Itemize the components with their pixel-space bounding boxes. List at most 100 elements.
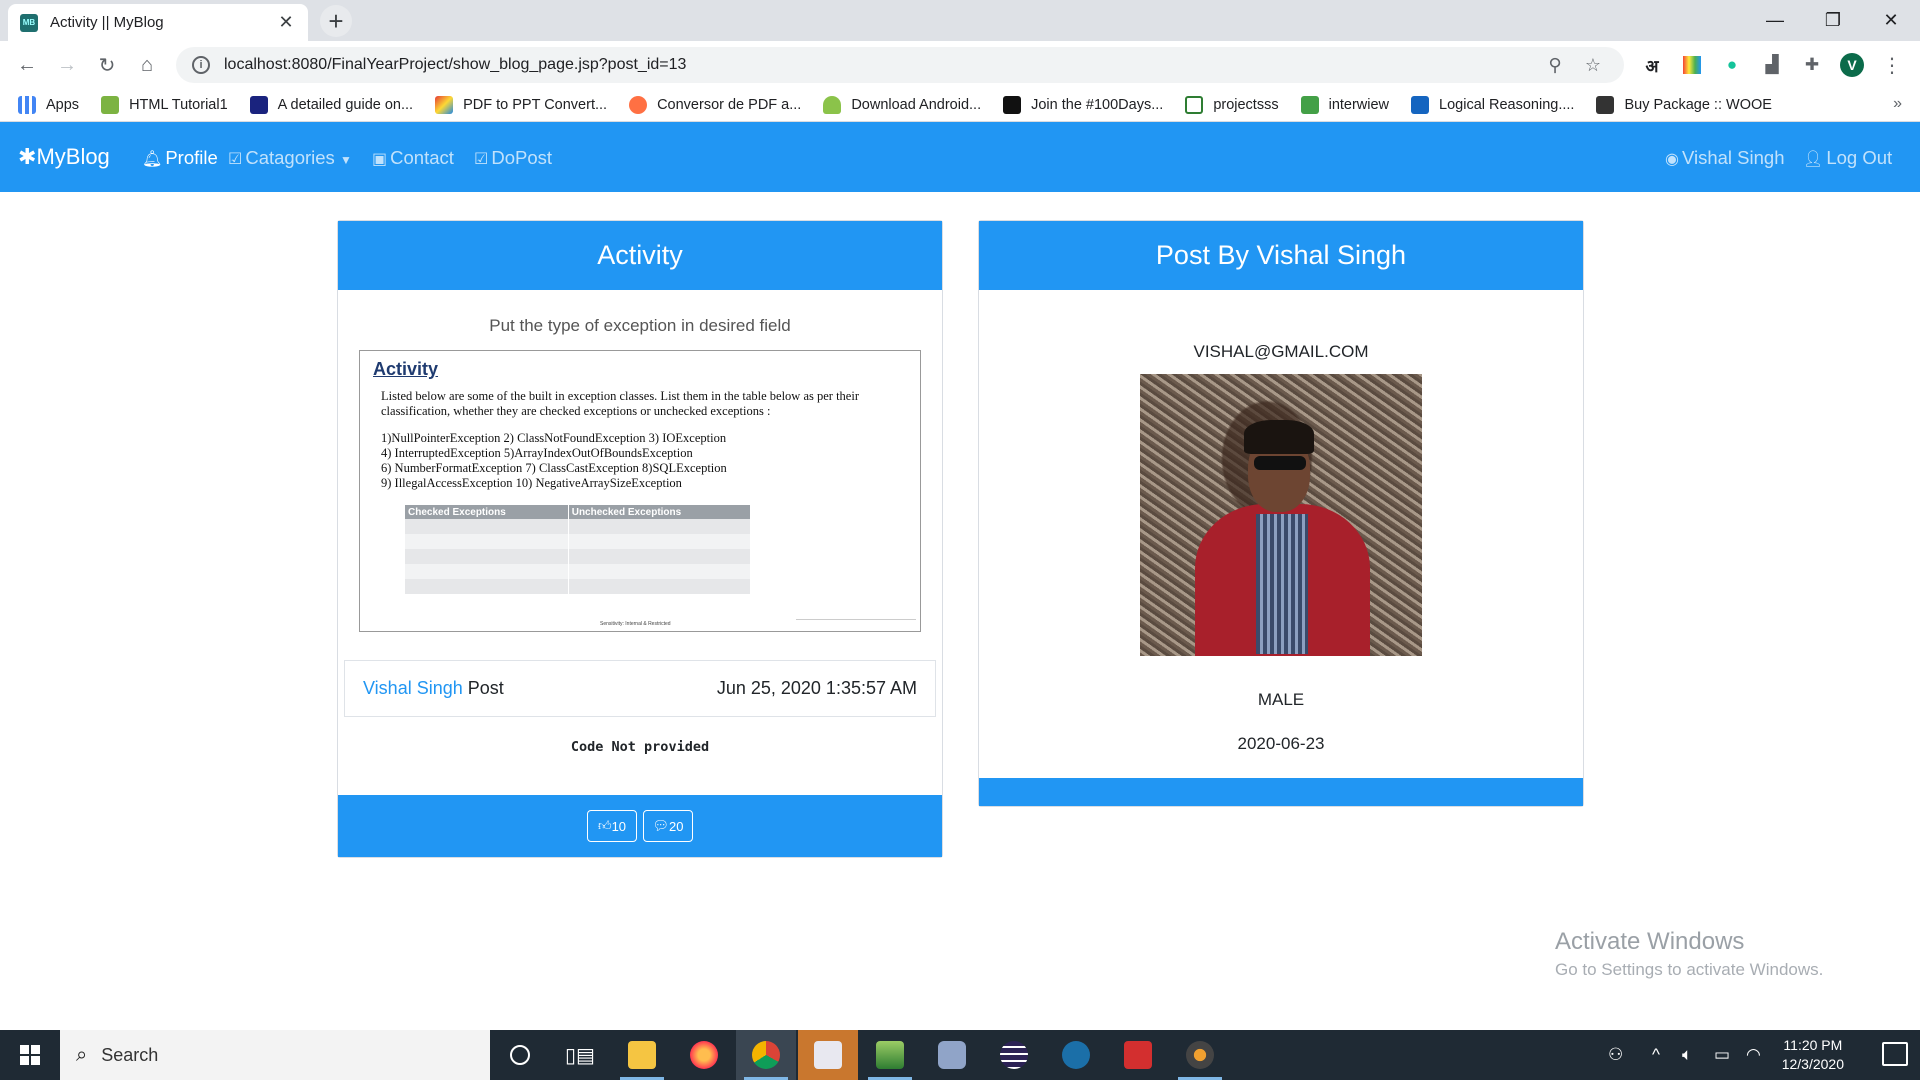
taskbar-search[interactable]: ⌕ Search bbox=[60, 1030, 490, 1080]
image-list-line: 9) IllegalAccessException 10) NegativeAr… bbox=[381, 476, 682, 490]
taskbar-clock[interactable]: 11:20 PM 12/3/2020 bbox=[1782, 1036, 1844, 1074]
comment-icon: 💬︎ bbox=[652, 818, 670, 833]
bookmark-item[interactable]: interwiew bbox=[1300, 95, 1390, 114]
firefox-icon[interactable] bbox=[674, 1030, 734, 1080]
table-header: Checked Exceptions bbox=[405, 505, 569, 519]
author-suffix: Post bbox=[467, 678, 504, 698]
people-icon[interactable]: ⚇ bbox=[1608, 1030, 1623, 1080]
analytics-extension-icon[interactable]: ▟ bbox=[1760, 53, 1784, 77]
bookmark-item[interactable]: Buy Package :: WOOE bbox=[1596, 95, 1772, 114]
bookmark-label: Buy Package :: WOOE bbox=[1624, 96, 1772, 113]
site-info-icon[interactable]: i bbox=[192, 56, 210, 74]
eclipse-icon[interactable] bbox=[984, 1030, 1044, 1080]
url-text[interactable]: localhost:8080/FinalYearProject/show_blo… bbox=[224, 56, 1532, 74]
restore-icon[interactable]: ❐ bbox=[1804, 0, 1862, 41]
image-footer-rule bbox=[796, 619, 916, 620]
translate-extension-icon[interactable]: अ bbox=[1640, 53, 1664, 77]
steam-icon[interactable] bbox=[1046, 1030, 1106, 1080]
address-bar[interactable]: i localhost:8080/FinalYearProject/show_b… bbox=[176, 47, 1624, 83]
file-explorer-icon[interactable] bbox=[612, 1030, 672, 1080]
bookmark-label: Join the #100Days... bbox=[1031, 96, 1164, 113]
bookmark-apps[interactable]: Apps bbox=[18, 95, 80, 114]
bookmark-item[interactable]: Conversor de PDF a... bbox=[629, 95, 801, 114]
recycle-app-icon[interactable] bbox=[922, 1030, 982, 1080]
app-navbar: ✱MyBlog 🔔︎ Profile ☑ Catagories ▼ ▣ Contact… bbox=[0, 122, 1920, 192]
browser-toolbar: ← → ↻ ⌂ i localhost:8080/FinalYearProjec… bbox=[0, 41, 1920, 88]
nav-profile-label: Profile bbox=[165, 147, 218, 168]
profile-avatar[interactable]: V bbox=[1840, 53, 1864, 77]
browser-tab[interactable]: MB Activity || MyBlog ✕ bbox=[8, 4, 308, 41]
volume-icon[interactable]: 🔈︎ bbox=[1682, 1030, 1692, 1080]
brand-link[interactable]: ✱MyBlog bbox=[18, 144, 110, 170]
grammarly-icon[interactable]: ● bbox=[1720, 53, 1744, 77]
task-view-icon[interactable]: ▯▤ bbox=[550, 1030, 610, 1080]
bookmark-item[interactable]: A detailed guide on... bbox=[249, 95, 413, 114]
zoom-icon[interactable]: ⚲ bbox=[1540, 55, 1570, 76]
bookmark-item[interactable]: HTML Tutorial1 bbox=[101, 95, 228, 114]
notifications-icon[interactable] bbox=[1882, 1042, 1908, 1066]
reload-icon[interactable]: ↻ bbox=[92, 50, 122, 80]
bookmark-item[interactable]: PDF to PPT Convert... bbox=[435, 95, 607, 114]
browser-tab-strip: MB Activity || MyBlog ✕ + — ❐ ✕ bbox=[0, 0, 1920, 41]
home-icon[interactable]: ⌂ bbox=[132, 50, 162, 80]
nav-contact[interactable]: ▣ Contact bbox=[372, 147, 454, 169]
check-square-icon: ☑ bbox=[228, 151, 243, 168]
pdf-app-icon[interactable] bbox=[1108, 1030, 1168, 1080]
bookmark-favicon-icon bbox=[629, 95, 648, 114]
tab-close-icon[interactable]: ✕ bbox=[276, 12, 296, 33]
nav-dopost[interactable]: ☑ DoPost bbox=[474, 147, 552, 169]
bookmarks-overflow-icon[interactable]: » bbox=[1893, 95, 1902, 113]
tray-chevron-icon[interactable]: ^ bbox=[1652, 1030, 1660, 1080]
battery-icon[interactable]: ▭ bbox=[1714, 1030, 1730, 1080]
like-button[interactable]: 👍︎ 10 bbox=[587, 810, 637, 842]
nav-profile[interactable]: 🔔︎ Profile bbox=[142, 147, 218, 169]
bookmark-item[interactable]: Download Android... bbox=[823, 95, 981, 114]
bookmark-item[interactable]: Logical Reasoning.... bbox=[1411, 95, 1575, 114]
cortana-icon[interactable] bbox=[490, 1030, 550, 1080]
nav-logout[interactable]: 👤︎ Log Out bbox=[1803, 147, 1892, 169]
asterisk-icon: ✱ bbox=[18, 144, 37, 169]
bookmark-label: Logical Reasoning.... bbox=[1439, 96, 1575, 113]
start-button[interactable] bbox=[0, 1030, 60, 1080]
nav-user[interactable]: ◉ Vishal Singh bbox=[1665, 147, 1784, 169]
bookmark-item[interactable]: projectsss bbox=[1185, 95, 1279, 114]
back-icon[interactable]: ← bbox=[12, 50, 42, 80]
image-viewer-icon[interactable] bbox=[860, 1030, 920, 1080]
author-card-title: Post By Vishal Singh bbox=[979, 221, 1583, 290]
clock-date: 12/3/2020 bbox=[1781, 1056, 1844, 1072]
nav-categories-label: Catagories bbox=[245, 147, 335, 168]
extensions-puzzle-icon[interactable]: ✚ bbox=[1800, 53, 1824, 77]
new-tab-button[interactable]: + bbox=[320, 5, 352, 37]
bookmark-star-icon[interactable]: ☆ bbox=[1578, 55, 1608, 76]
color-extension-icon[interactable] bbox=[1680, 53, 1704, 77]
nav-categories-dropdown[interactable]: ☑ Catagories ▼ bbox=[228, 147, 352, 169]
bookmark-item[interactable]: Join the #100Days... bbox=[1003, 95, 1164, 114]
photo-sunglasses bbox=[1254, 456, 1306, 470]
brand-text: MyBlog bbox=[36, 144, 110, 169]
activate-windows-subtitle: Go to Settings to activate Windows. bbox=[1555, 960, 1824, 979]
bookmark-favicon-icon bbox=[249, 95, 268, 114]
nav-dopost-label: DoPost bbox=[491, 147, 553, 168]
comment-button[interactable]: 💬︎ 20 bbox=[643, 810, 693, 842]
wifi-icon[interactable]: ◠ bbox=[1746, 1030, 1761, 1080]
bookmark-label: interwiew bbox=[1328, 96, 1390, 113]
like-count: 10 bbox=[611, 818, 627, 834]
apps-grid-icon bbox=[18, 95, 36, 114]
image-list-line: 4) InterruptedException 5)ArrayIndexOutO… bbox=[381, 446, 693, 460]
user-circle-icon: ◉ bbox=[1665, 151, 1679, 168]
menu-kebab-icon[interactable]: ⋮ bbox=[1880, 53, 1904, 77]
bookmark-label: Apps bbox=[46, 96, 80, 113]
window-close-icon[interactable]: ✕ bbox=[1862, 0, 1920, 41]
minimize-icon[interactable]: — bbox=[1746, 0, 1804, 41]
post-image: Activity Listed below are some of the bu… bbox=[359, 350, 921, 632]
settings-gear-icon[interactable] bbox=[1170, 1030, 1230, 1080]
image-paragraph: Listed below are some of the built in ex… bbox=[381, 389, 859, 418]
edit-square-icon: ☑ bbox=[474, 151, 489, 168]
forward-icon[interactable]: → bbox=[52, 50, 82, 80]
author-link[interactable]: Vishal Singh bbox=[363, 678, 463, 698]
post-meta: Vishal Singh Post Jun 25, 2020 1:35:57 A… bbox=[344, 660, 936, 717]
photo-hair bbox=[1244, 420, 1314, 454]
chrome-icon[interactable] bbox=[736, 1030, 796, 1080]
bookmark-favicon-icon bbox=[1003, 95, 1022, 114]
paint-app-icon[interactable] bbox=[798, 1030, 858, 1080]
